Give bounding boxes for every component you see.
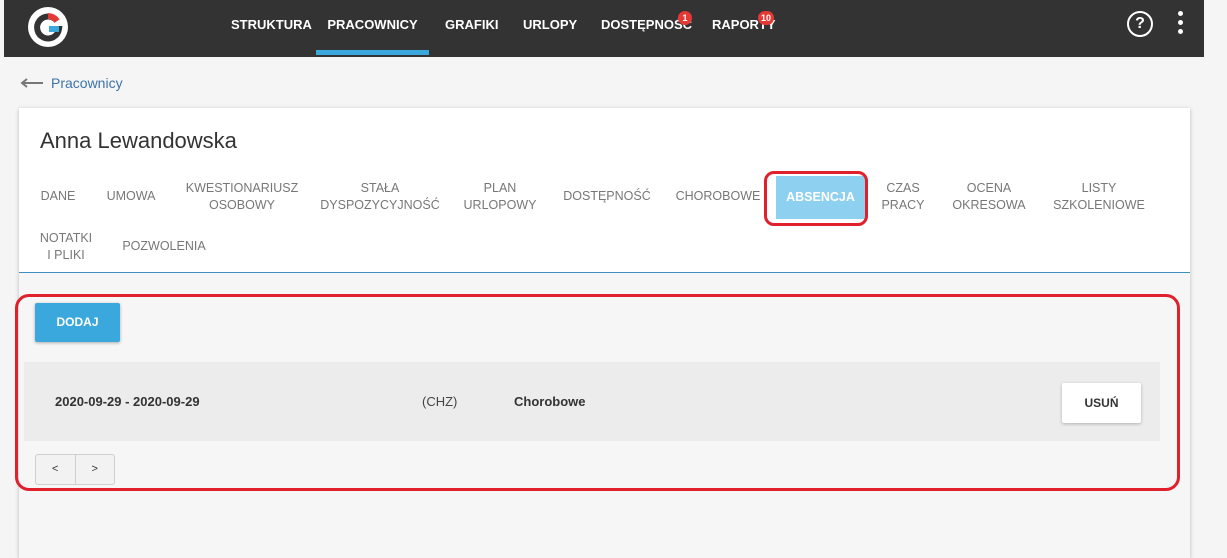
table-row: 2020-09-29 - 2020-09-29 (CHZ) Chorobowe … bbox=[24, 362, 1160, 441]
tab-umowa[interactable]: Umowa bbox=[103, 188, 159, 208]
employee-name: Anna Lewandowska bbox=[40, 128, 237, 153]
app-logo-icon[interactable] bbox=[26, 5, 70, 49]
employee-card: Anna Lewandowska Dane Umowa Kwestionariu… bbox=[19, 108, 1190, 558]
nav-struktura[interactable]: Struktura bbox=[231, 0, 312, 55]
tab-pozwolenia[interactable]: Pozwolenia bbox=[117, 238, 211, 258]
tab-czas-pracy[interactable]: Czas pracy bbox=[877, 180, 929, 216]
tab-stala-dyspozycyjnosc[interactable]: Stała dyspozycyjność bbox=[315, 180, 445, 216]
pagination: < > bbox=[35, 454, 115, 485]
absence-code: (CHZ) bbox=[422, 394, 458, 409]
tab-absencja[interactable]: Absencja bbox=[776, 176, 865, 219]
nav-label: Struktura bbox=[231, 17, 312, 32]
nav-raporty[interactable]: Raporty bbox=[712, 0, 776, 55]
more-options-icon[interactable] bbox=[1175, 11, 1185, 39]
raporty-count-badge: 10 bbox=[758, 11, 775, 25]
back-to-employees-link[interactable]: Pracownicy bbox=[19, 74, 123, 92]
add-absence-button[interactable]: Dodaj bbox=[35, 303, 120, 342]
absence-panel: Dodaj 2020-09-29 - 2020-09-29 (CHZ) Chor… bbox=[19, 273, 1190, 558]
nav-grafiki[interactable]: Grafiki bbox=[445, 0, 498, 55]
tab-chorobowe[interactable]: Chorobowe bbox=[674, 188, 762, 208]
prev-page-button[interactable]: < bbox=[36, 455, 76, 484]
absence-dates: 2020-09-29 - 2020-09-29 bbox=[55, 394, 200, 409]
nav-pracownicy[interactable]: Pracownicy bbox=[316, 0, 429, 55]
tab-kwestionariusz[interactable]: Kwestionariusz osobowy bbox=[181, 180, 303, 216]
absence-type: Chorobowe bbox=[514, 394, 586, 409]
nav-label: Pracownicy bbox=[327, 17, 418, 32]
delete-absence-button[interactable]: Usuń bbox=[1062, 383, 1141, 423]
top-navigation-bar: Struktura Pracownicy Grafiki Urlopy Dost… bbox=[4, 0, 1204, 57]
tab-ocena-okresowa[interactable]: Ocena okresowa bbox=[947, 180, 1031, 216]
tab-dostepnosc[interactable]: Dostępność bbox=[561, 188, 653, 208]
tab-dane[interactable]: Dane bbox=[36, 188, 80, 208]
nav-dostepnosc[interactable]: Dostępność bbox=[601, 0, 692, 55]
dostepnosc-count-badge: 1 bbox=[678, 11, 692, 25]
nav-label: Grafiki bbox=[445, 17, 499, 32]
next-page-button[interactable]: > bbox=[76, 455, 115, 484]
nav-label: Urlopy bbox=[523, 17, 578, 32]
tab-notatki-i-pliki[interactable]: Notatki i pliki bbox=[36, 230, 96, 266]
back-link-label: Pracownicy bbox=[51, 75, 123, 91]
tab-listy-szkoleniowe[interactable]: Listy szkoleniowe bbox=[1049, 180, 1149, 216]
nav-urlopy[interactable]: Urlopy bbox=[523, 0, 577, 55]
help-icon[interactable]: ? bbox=[1127, 11, 1153, 37]
arrow-left-icon bbox=[20, 78, 43, 88]
tab-plan-urlopowy[interactable]: Plan urlopowy bbox=[459, 180, 541, 216]
